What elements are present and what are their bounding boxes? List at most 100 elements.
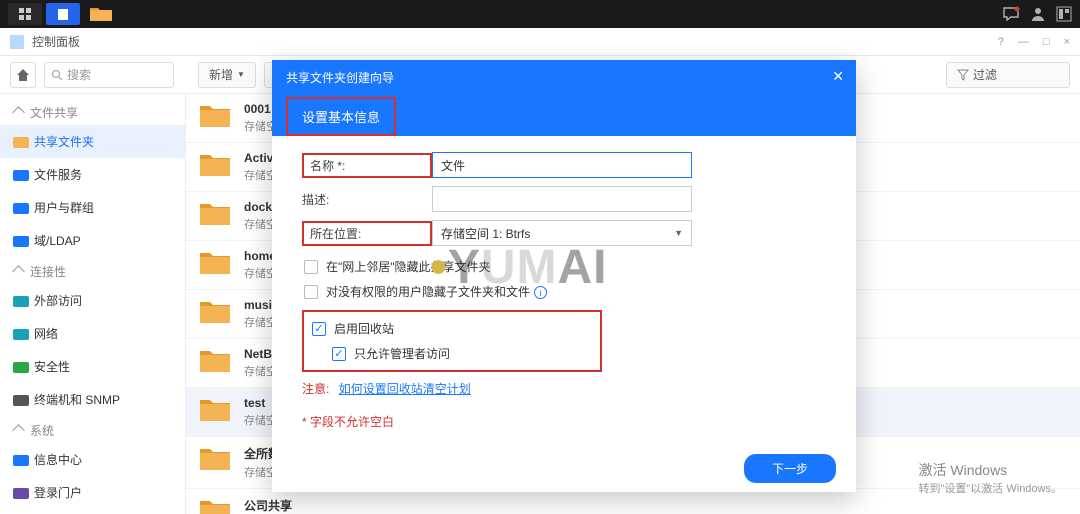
- sidebar-item-label: 共享文件夹: [34, 133, 94, 150]
- win-min[interactable]: —: [1018, 36, 1029, 48]
- funnel-icon: [957, 69, 969, 81]
- task-item-3[interactable]: [84, 3, 118, 25]
- search-icon: [51, 69, 63, 81]
- sidebar-item[interactable]: 文件服务: [0, 158, 185, 191]
- folder-icon: [198, 445, 232, 473]
- sidebar-item-label: 用户与群组: [34, 199, 94, 216]
- modal-tabs: 设置基本信息: [272, 94, 856, 136]
- recycle-note: 注意: 如何设置回收站清空计划: [302, 380, 826, 397]
- modal-header: 共享文件夹创建向导 ✕: [272, 60, 856, 94]
- select-location[interactable]: 存储空间 1: Btrfs ▼: [432, 220, 692, 246]
- sidebar-item-label: 信息中心: [34, 451, 82, 468]
- label-hide-noperm: 对没有权限的用户隐藏子文件夹和文件i: [326, 283, 547, 300]
- sidebar-item[interactable]: 用户与群组: [0, 191, 185, 224]
- modal-footer: 下一步: [272, 444, 856, 492]
- label-recycle: 启用回收站: [334, 320, 394, 337]
- search-input[interactable]: 搜索: [44, 62, 174, 88]
- sidebar-section[interactable]: 系统: [0, 416, 185, 443]
- sidebar-item[interactable]: 区域选项: [0, 509, 185, 514]
- window-titlebar: 控制面板 ? — □ ×: [0, 28, 1080, 56]
- sidebar-item-label: 登录门户: [34, 484, 82, 501]
- task-item-2[interactable]: [46, 3, 80, 25]
- domain-icon: [12, 233, 30, 249]
- globe-icon: [12, 293, 30, 309]
- sidebar-item[interactable]: 终端机和 SNMP: [0, 383, 185, 416]
- info-icon[interactable]: i: [534, 286, 547, 299]
- network-icon: [12, 326, 30, 342]
- dash-icon[interactable]: [1056, 6, 1072, 22]
- task-item-apps[interactable]: [8, 3, 42, 25]
- sidebar-item-label: 网络: [34, 325, 58, 342]
- modal-title: 共享文件夹创建向导: [286, 69, 394, 86]
- bubble-icon[interactable]: [1002, 6, 1020, 22]
- terminal-icon: [12, 392, 30, 408]
- sidebar-section[interactable]: 文件共享: [0, 98, 185, 125]
- create-folder-wizard: 共享文件夹创建向导 ✕ 设置基本信息 名称 *: 描述: 所在位置: 存储空间 …: [272, 60, 856, 492]
- portal-icon: [12, 485, 30, 501]
- folder-icon: [198, 249, 232, 277]
- required-footnote: * 字段不允许空白: [302, 413, 826, 430]
- check-recycle[interactable]: [312, 322, 326, 336]
- label-name: 名称 *:: [302, 153, 432, 178]
- sidebar-item[interactable]: 登录门户: [0, 476, 185, 509]
- folder-icon: [198, 102, 232, 130]
- sidebar-section[interactable]: 连接性: [0, 257, 185, 284]
- folder-icon: [198, 200, 232, 228]
- sidebar-item[interactable]: 安全性: [0, 350, 185, 383]
- users-icon: [12, 200, 30, 216]
- sidebar-item-label: 终端机和 SNMP: [34, 391, 120, 408]
- chevron-down-icon: ▼: [674, 228, 683, 238]
- check-hide-neighbor[interactable]: [304, 260, 318, 274]
- package-icon: [57, 7, 69, 21]
- check-admin-only[interactable]: [332, 347, 346, 361]
- win-help[interactable]: ?: [998, 36, 1004, 48]
- label-desc: 描述:: [302, 191, 432, 208]
- folder-icon: [198, 396, 232, 424]
- label-location: 所在位置:: [302, 221, 432, 246]
- win-close[interactable]: ×: [1064, 36, 1070, 48]
- win-max[interactable]: □: [1043, 36, 1050, 48]
- sidebar-item[interactable]: 共享文件夹: [0, 125, 185, 158]
- sidebar-item-label: 域/LDAP: [34, 232, 81, 249]
- home-button[interactable]: [10, 62, 36, 88]
- folder-row[interactable]: 公司共享: [186, 489, 1080, 514]
- input-desc[interactable]: [432, 186, 692, 212]
- folder-icon: [198, 347, 232, 375]
- input-name[interactable]: [432, 152, 692, 178]
- recycle-group: 启用回收站 只允许管理者访问: [302, 310, 602, 372]
- modal-body: 名称 *: 描述: 所在位置: 存储空间 1: Btrfs ▼ 在"网上邻居"隐…: [272, 136, 856, 444]
- home-icon: [16, 68, 30, 82]
- folder-icon: [198, 497, 232, 514]
- check-hide-noperm[interactable]: [304, 285, 318, 299]
- sidebar-item[interactable]: 网络: [0, 317, 185, 350]
- folder-icon: [12, 134, 30, 150]
- shield-icon: [12, 359, 30, 375]
- sidebar-item[interactable]: 域/LDAP: [0, 224, 185, 257]
- folder-icon: [89, 5, 113, 23]
- folder-name: 公司共享: [244, 497, 292, 514]
- globe-icon: [12, 167, 30, 183]
- note-prefix: 注意:: [302, 382, 329, 396]
- sidebar: 文件共享共享文件夹文件服务用户与群组域/LDAP 连接性外部访问网络安全性终端机和…: [0, 94, 186, 514]
- filter-button[interactable]: 过滤: [946, 62, 1070, 88]
- info-icon: [12, 452, 30, 468]
- select-location-value: 存储空间 1: Btrfs: [441, 225, 530, 242]
- window-icon: [10, 35, 24, 49]
- window-title: 控制面板: [32, 33, 80, 50]
- new-button[interactable]: 新增▼: [198, 62, 256, 88]
- folder-icon: [198, 298, 232, 326]
- label-hide-neighbor: 在"网上邻居"隐藏此共享文件夹: [326, 258, 491, 275]
- folder-icon: [198, 151, 232, 179]
- user-icon[interactable]: [1030, 6, 1046, 22]
- sidebar-item[interactable]: 外部访问: [0, 284, 185, 317]
- modal-tab-basic[interactable]: 设置基本信息: [286, 97, 396, 136]
- sidebar-item-label: 安全性: [34, 358, 70, 375]
- next-button[interactable]: 下一步: [744, 454, 836, 483]
- os-taskbar: [0, 0, 1080, 28]
- grid-icon: [18, 7, 32, 21]
- label-admin-only: 只允许管理者访问: [354, 345, 450, 362]
- recycle-schedule-link[interactable]: 如何设置回收站清空计划: [339, 382, 471, 396]
- sidebar-item-label: 外部访问: [34, 292, 82, 309]
- modal-close-button[interactable]: ✕: [832, 68, 844, 85]
- sidebar-item[interactable]: 信息中心: [0, 443, 185, 476]
